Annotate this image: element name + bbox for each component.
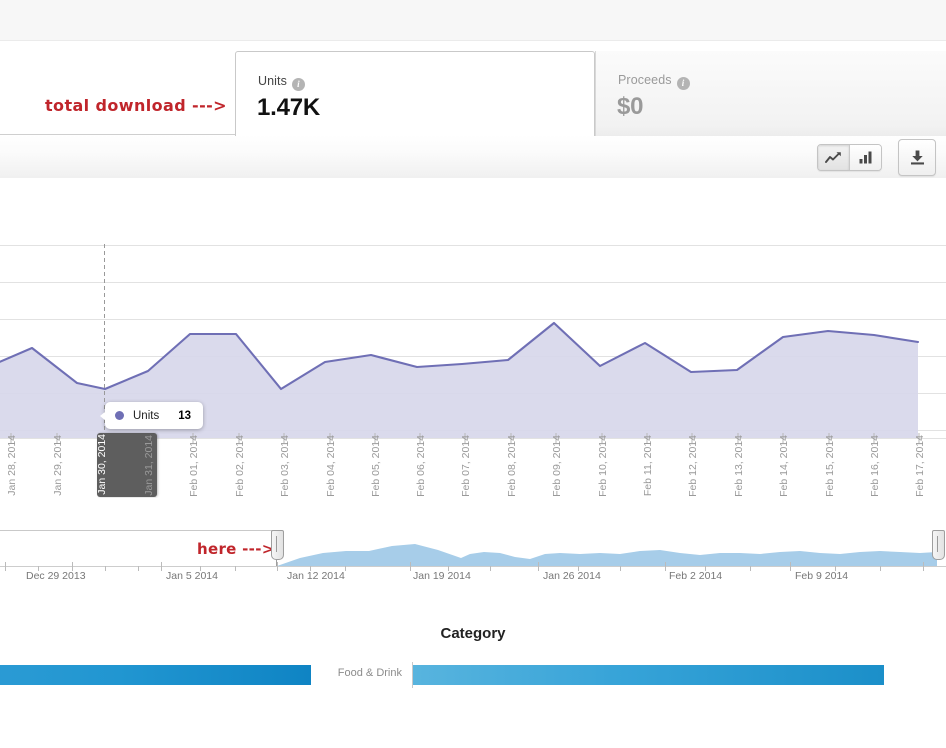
download-icon <box>910 150 924 165</box>
tab-proceeds-label: Proceeds i <box>618 73 690 90</box>
navigator-area <box>277 544 937 566</box>
info-icon[interactable]: i <box>676 77 690 90</box>
navigator-axis-line <box>0 566 946 567</box>
navigator-axis-labels: Dec 29 2013 Jan 5 2014 Jan 12 2014 Jan 1… <box>0 562 946 590</box>
range-navigator[interactable] <box>0 524 946 568</box>
tab-proceeds[interactable]: Proceeds i $0 <box>595 51 946 136</box>
bar-chart-button[interactable] <box>849 145 881 170</box>
info-icon[interactable]: i <box>291 78 305 91</box>
tab-proceeds-value: $0 <box>617 93 644 120</box>
download-button[interactable] <box>898 139 936 176</box>
bar-chart-icon <box>859 151 871 164</box>
navigator-tick-label: Feb 2 2014 <box>669 570 723 582</box>
metric-tab-bar: Proceeds i $0 Units i 1.47K <box>0 41 946 136</box>
top-strip <box>0 0 946 41</box>
category-title: Category <box>440 625 506 642</box>
navigator-tick-label: Jan 19 2014 <box>413 570 471 582</box>
main-chart[interactable]: Jan 28, 2014 Jan 29, 2014 Jan 30, 2014 J… <box>0 178 946 498</box>
category-label: Food & Drink <box>337 667 402 679</box>
tab-units-label: Units i <box>258 74 305 91</box>
chart-type-button-group <box>817 144 882 171</box>
tooltip-series-name: Units <box>133 409 160 422</box>
navigator-handle-right[interactable] <box>932 530 945 560</box>
navigator-handle-left[interactable] <box>271 530 284 560</box>
category-bar[interactable] <box>413 665 884 685</box>
tooltip-value: 13 <box>178 409 191 422</box>
navigator-svg <box>0 530 946 567</box>
category-bar[interactable] <box>0 665 311 685</box>
navigator-tick-label: Jan 5 2014 <box>166 570 218 582</box>
annotation-here: here ---> <box>197 540 275 558</box>
tab-units[interactable]: Units i 1.47K <box>235 51 595 136</box>
line-chart-icon <box>825 152 841 163</box>
navigator-tick-label: Feb 9 2014 <box>795 570 849 582</box>
tab-proceeds-label-text: Proceeds <box>618 73 672 87</box>
series-color-dot <box>115 411 124 420</box>
chart-toolbar <box>0 135 946 179</box>
tab-units-value: 1.47K <box>257 94 321 121</box>
navigator-tick-label: Dec 29 2013 <box>26 570 86 582</box>
navigator-tick-label: Jan 26 2014 <box>543 570 601 582</box>
navigator-tick-label: Jan 12 2014 <box>287 570 345 582</box>
analytics-page: Proceeds i $0 Units i 1.47K total download… <box>0 0 946 748</box>
annotation-total-download: total download ---> <box>45 96 227 115</box>
chart-tooltip: Units 13 <box>100 402 203 429</box>
x-label: Feb 17, 2014 <box>914 435 926 497</box>
category-rows: Food & Drink <box>0 662 946 688</box>
tab-units-label-text: Units <box>258 74 287 88</box>
x-axis-labels: Jan 28, 2014 Jan 29, 2014 Jan 30, 2014 J… <box>0 433 946 498</box>
category-row[interactable]: Food & Drink <box>0 662 946 688</box>
line-chart-button[interactable] <box>818 145 849 170</box>
